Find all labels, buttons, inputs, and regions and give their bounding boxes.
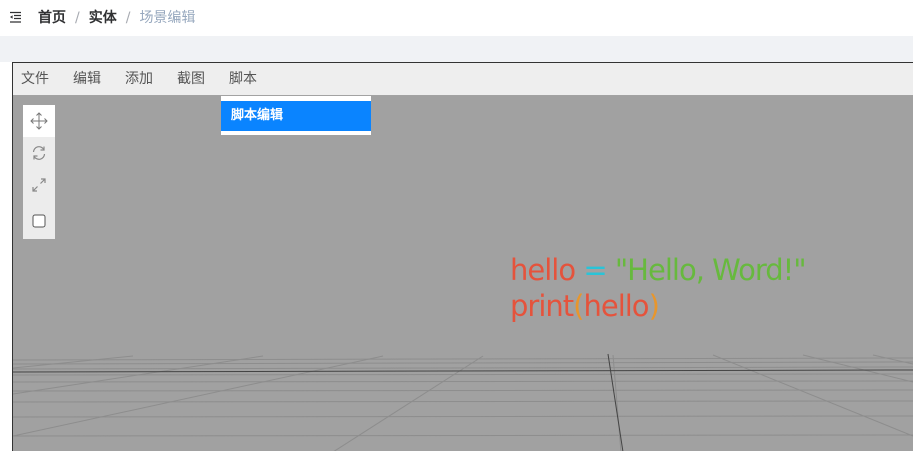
outdent-icon[interactable]: [9, 11, 22, 24]
code-line-1: hello = "Hello, Word!": [510, 252, 807, 288]
menu-file[interactable]: 文件: [21, 70, 49, 88]
code-paren-open: (: [573, 289, 584, 323]
transform-toolbar: [23, 105, 55, 239]
breadcrumb-separator: /: [125, 10, 131, 26]
checkbox-icon: [32, 214, 46, 228]
breadcrumb-separator: /: [75, 10, 80, 26]
code-operator: =: [583, 253, 607, 287]
breadcrumb-current: 场景编辑: [139, 10, 196, 26]
code-function: print: [510, 289, 574, 323]
code-argument: hello: [583, 289, 649, 323]
breadcrumb-entity[interactable]: 实体: [89, 9, 117, 27]
menu-edit[interactable]: 编辑: [73, 70, 101, 88]
move-icon: [30, 112, 48, 130]
menu-item-script-edit[interactable]: 脚本编辑: [221, 101, 371, 131]
code-line-2: print(hello): [510, 288, 806, 324]
rotate-icon: [32, 146, 46, 160]
menu-screenshot[interactable]: 截图: [177, 70, 205, 88]
scale-tool[interactable]: [23, 169, 55, 201]
scene-text-object: hello = "Hello, Word!" print(hello): [510, 252, 807, 324]
local-toggle[interactable]: [23, 203, 55, 239]
page-background: [0, 36, 913, 62]
menu-script[interactable]: 脚本: [229, 70, 257, 88]
code-paren-close: ): [648, 289, 660, 323]
move-tool[interactable]: [23, 105, 55, 137]
menu-bar: 文件 编辑 添加 截图 脚本: [13, 63, 913, 95]
header-bar: 首页 / 实体 / 场景编辑: [0, 0, 913, 36]
scene-editor: 文件 编辑 添加 截图 脚本 hello = "Hello, Word!" pr…: [12, 62, 913, 451]
breadcrumb-home[interactable]: 首页: [38, 9, 66, 27]
code-string: "Hello, Word!": [614, 253, 807, 287]
3d-viewport[interactable]: hello = "Hello, Word!" print(hello): [13, 96, 913, 451]
rotate-tool[interactable]: [23, 137, 55, 169]
script-dropdown-menu: 脚本编辑: [221, 96, 371, 135]
code-variable: hello: [510, 253, 576, 287]
breadcrumb: 首页 / 实体 / 场景编辑: [38, 9, 195, 27]
menu-add[interactable]: 添加: [125, 70, 153, 88]
scale-icon: [32, 178, 46, 192]
